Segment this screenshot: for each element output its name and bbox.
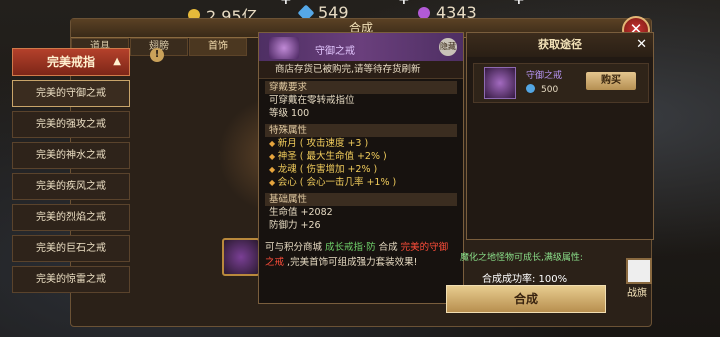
desc-highlight: 成长戒指·防 — [325, 242, 376, 253]
shop-item-price: 500 — [526, 84, 558, 95]
base-attr-title: 基础属性 — [265, 193, 457, 206]
acquire-panel: 获取途径 ✕ 守御之戒 500 购买 — [466, 32, 654, 240]
ring-icon — [484, 67, 516, 99]
shop-item-name: 守御之戒 — [526, 71, 563, 81]
success-rate: 合成成功率: 100% — [482, 274, 568, 285]
special-attr-line: 龙魂 ( 伤害增加 +2% ) — [265, 163, 457, 176]
item-tooltip: 守御之戒 隐藏 商店存货已被购完,请等待存货刷新 穿戴要求 可穿戴在零转戒指位 … — [258, 32, 464, 304]
wear-req-line: 可穿戴在零转戒指位 — [269, 95, 355, 106]
list-item[interactable]: 完美的神水之戒 — [12, 142, 130, 169]
compose-button[interactable]: 合成 — [446, 285, 606, 313]
list-item[interactable]: 完美的惊雷之戒 — [12, 266, 130, 293]
list-item[interactable]: 完美的疾风之戒 — [12, 173, 130, 200]
list-item[interactable]: 完美的强攻之戒 — [12, 111, 130, 138]
tooltip-header: 守御之戒 隐藏 — [259, 33, 463, 61]
list-item[interactable]: 完美的烈焰之戒 — [12, 204, 130, 231]
hide-button[interactable]: 隐藏 — [439, 38, 457, 56]
special-attr-title: 特殊属性 — [265, 124, 457, 137]
wear-req-line: 等级 100 — [269, 108, 310, 119]
desc-text: 可与积分商城 — [265, 242, 323, 253]
wear-req-title: 穿戴要求 — [265, 81, 457, 94]
special-attr-line: 新月 ( 攻击速度 +3 ) — [265, 137, 457, 150]
tab-jewelry[interactable]: 首饰 — [189, 38, 247, 56]
flag-label: 战旗 — [627, 288, 647, 299]
material-slot[interactable] — [222, 238, 260, 276]
close-icon[interactable]: ✕ — [636, 37, 647, 52]
special-attr-line: 会心 ( 会心一击几率 +1% ) — [265, 176, 457, 189]
tooltip-item-name: 守御之戒 — [315, 46, 355, 57]
base-attr-line: 生命值 +2082 — [269, 207, 333, 218]
chevron-up-icon: ▲ — [113, 56, 121, 67]
flag-icon — [626, 258, 652, 284]
ring-icon — [269, 37, 299, 59]
desc-text: 合成 — [378, 242, 398, 253]
acquire-title: 获取途径 — [467, 33, 653, 57]
growth-info: 魔化之地怪物可成长,满级属性: — [460, 253, 583, 263]
ring-list: 完美戒指 ▲ 完美的守御之戒 完美的强攻之戒 完美的神水之戒 完美的疾风之戒 完… — [12, 48, 130, 318]
category-label: 完美戒指 — [46, 55, 95, 69]
buy-button[interactable]: 购买 — [586, 72, 636, 90]
desc-text: ,完美首饰可组成强力套装效果! — [287, 257, 418, 268]
list-item[interactable]: 完美的巨石之戒 — [12, 235, 130, 262]
gem-icon — [418, 6, 430, 19]
shop-entry: 守御之戒 500 购买 — [473, 63, 649, 103]
special-attr-line: 神圣 ( 最大生命值 +2% ) — [265, 150, 457, 163]
info-icon[interactable]: ! — [150, 48, 164, 62]
battle-flag-button[interactable]: 战旗 — [620, 258, 654, 302]
category-header[interactable]: 完美戒指 ▲ — [12, 48, 130, 76]
stock-notice: 商店存货已被购完,请等待存货刷新 — [259, 61, 463, 79]
base-attr-line: 防御力 +26 — [269, 220, 321, 231]
item-description: 可与积分商城 成长戒指·防 合成 完美的守御之戒 ,完美首饰可组成强力套装效果! — [259, 234, 463, 276]
list-item[interactable]: 完美的守御之戒 — [12, 80, 130, 107]
